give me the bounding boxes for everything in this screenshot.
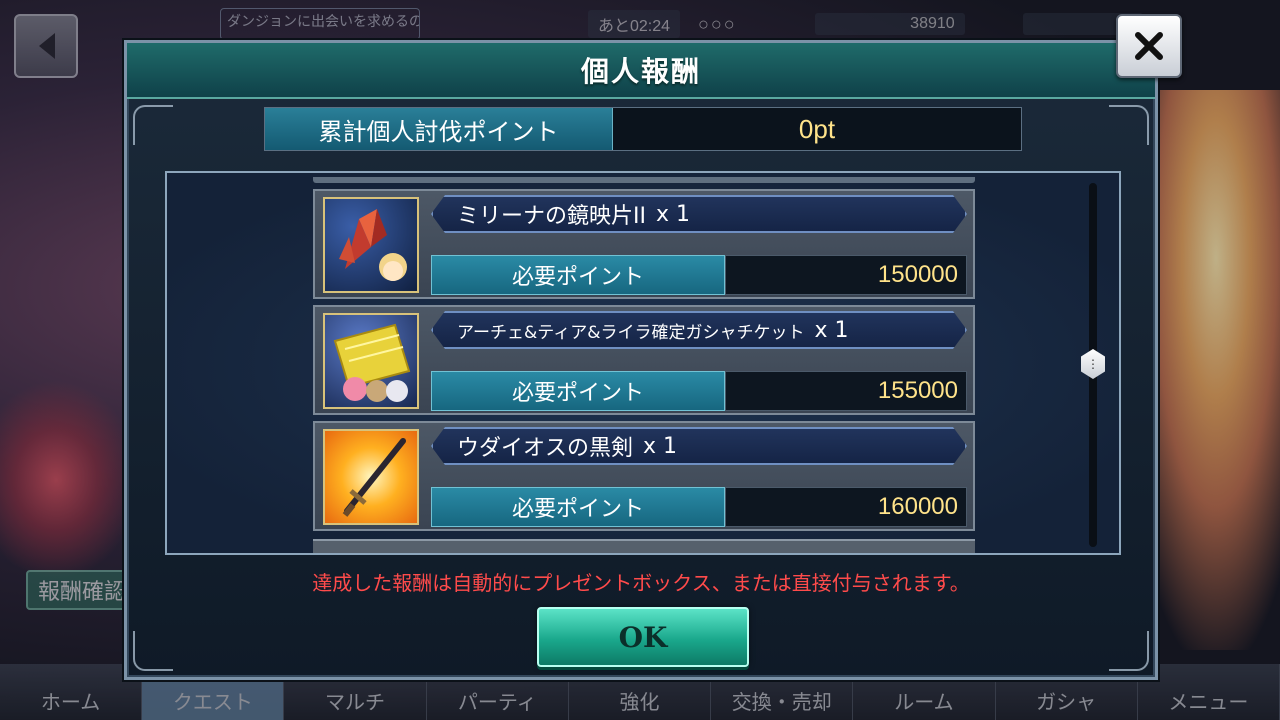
reward-item: ミリーナの鏡映片II x 1 必要ポイント 150000 — [313, 189, 975, 299]
list-item-partial — [313, 177, 975, 183]
reward-name: ウダイオスの黒剣 x 1 — [431, 427, 967, 465]
nav-home[interactable]: ホーム — [0, 664, 143, 720]
required-points-label: 必要ポイント — [431, 371, 725, 411]
gold-ticket-icon — [323, 313, 419, 409]
close-icon — [1135, 32, 1163, 60]
reward-item: ウダイオスの黒剣 x 1 必要ポイント 160000 — [313, 421, 975, 531]
scrollbar-thumb[interactable]: ⋮ — [1081, 349, 1105, 379]
black-sword-icon — [323, 429, 419, 525]
game-logo: ダンジョンに出会いを求めるのは間違っているだろうか III — [220, 8, 420, 40]
reward-name: ミリーナの鏡映片II x 1 — [431, 195, 967, 233]
frame-ornament — [1109, 105, 1149, 145]
ok-label: OK — [618, 620, 668, 654]
auto-grant-notice: 達成した報酬は自動的にプレゼントボックス、または直接付与されます。 — [312, 571, 970, 595]
reward-modal: 個人報酬 累計個人討伐ポイント 0pt ミリーナの鏡映片II x 1 必要ポイン… — [124, 40, 1158, 680]
total-points-value: 0pt — [798, 113, 836, 144]
reward-qty: x 1 — [655, 201, 690, 227]
reward-name-text: アーチェ&ティア&ライラ確定ガシャチケット — [457, 322, 805, 343]
ok-button[interactable]: OK — [537, 607, 749, 667]
close-button[interactable] — [1116, 14, 1182, 78]
reward-name-text: ウダイオスの黒剣 — [457, 436, 634, 461]
reward-name-text: ミリーナの鏡映片II — [457, 204, 646, 229]
total-points-label: 累計個人討伐ポイント — [265, 108, 613, 150]
currency-count: 38910 — [814, 13, 965, 35]
required-points-value: 160000 — [725, 487, 967, 527]
back-button[interactable] — [14, 14, 78, 78]
grip-icon: ⋮ — [1087, 357, 1099, 371]
red-crystal-shard-icon — [323, 197, 419, 293]
frame-ornament — [1109, 631, 1149, 671]
stamina-dots: ○○○ — [698, 13, 737, 34]
frame-ornament — [133, 105, 173, 145]
reward-qty: x 1 — [814, 317, 849, 343]
reward-name: アーチェ&ティア&ライラ確定ガシャチケット x 1 — [431, 311, 967, 349]
nav-menu[interactable]: メニュー — [1138, 664, 1280, 720]
stamina-timer: あと02:24 — [588, 10, 681, 38]
total-points-row: 累計個人討伐ポイント 0pt — [264, 107, 1022, 151]
frame-ornament — [133, 631, 173, 671]
back-arrow-icon — [39, 33, 55, 59]
background-art-left — [0, 380, 140, 580]
required-points-value: 155000 — [725, 371, 967, 411]
top-status-bar: ダンジョンに出会いを求めるのは間違っているだろうか III あと02:24 ○○… — [120, 8, 1270, 40]
list-item-partial — [313, 539, 975, 553]
required-points-value: 150000 — [725, 255, 967, 295]
modal-title: 個人報酬 — [580, 55, 701, 88]
reward-list[interactable]: ミリーナの鏡映片II x 1 必要ポイント 150000 アーチェ&ティア&ライ… — [165, 171, 1121, 555]
reward-item: アーチェ&ティア&ライラ確定ガシャチケット x 1 必要ポイント 155000 — [313, 305, 975, 415]
modal-header: 個人報酬 — [127, 43, 1155, 99]
required-points-label: 必要ポイント — [431, 255, 725, 295]
required-points-label: 必要ポイント — [431, 487, 725, 527]
reward-qty: x 1 — [643, 433, 678, 459]
